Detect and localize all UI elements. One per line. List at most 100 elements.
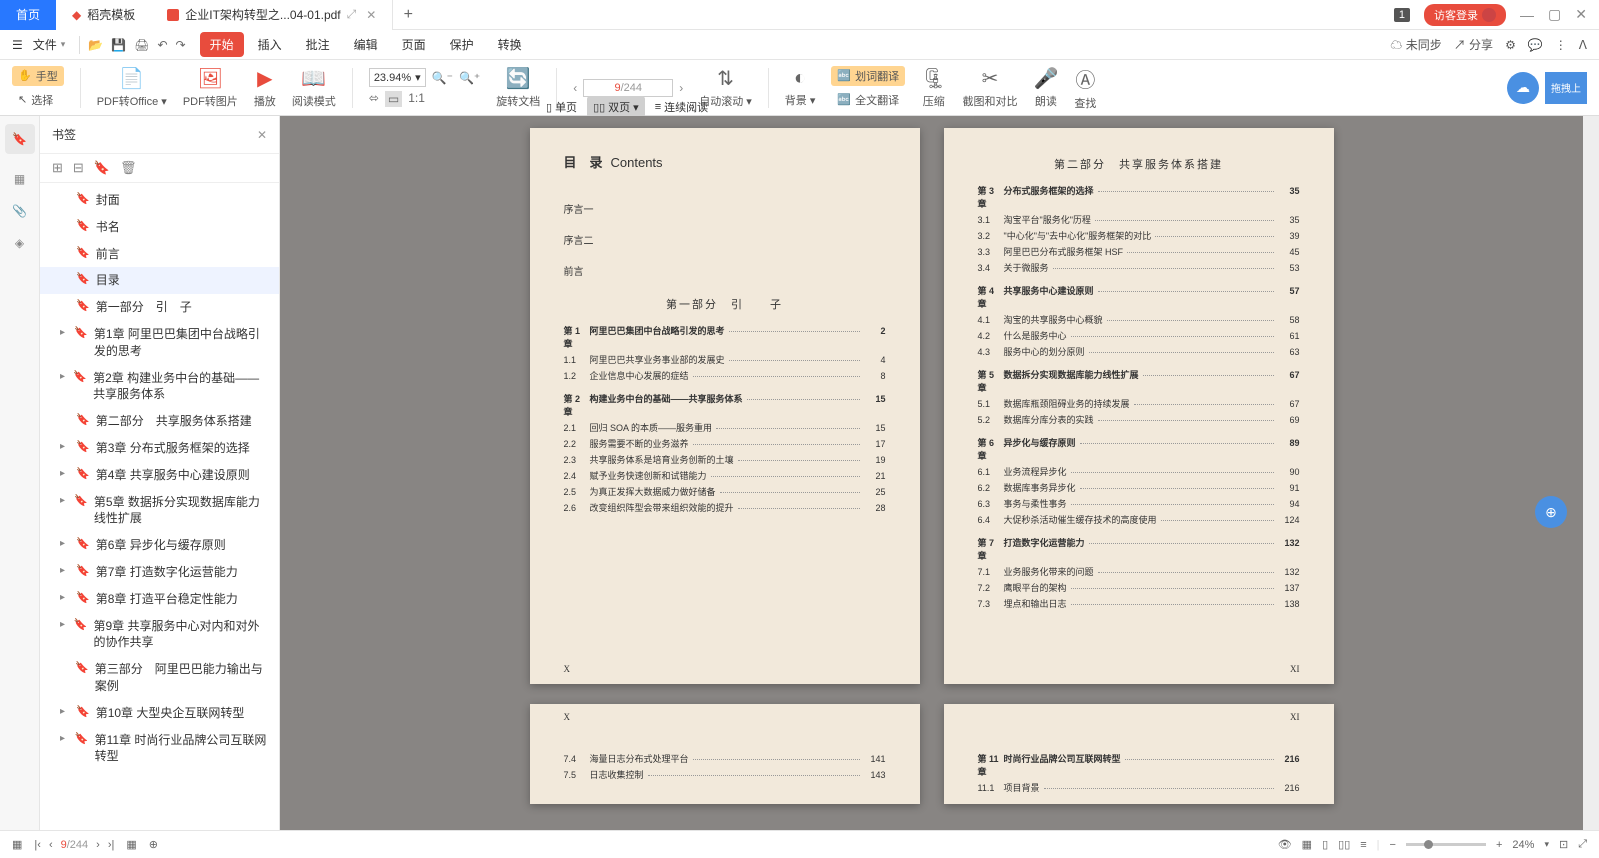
status-panel-icon[interactable]: ▦ [12,838,22,851]
minimize-icon[interactable]: — [1520,7,1534,23]
view-continuous-icon[interactable]: ≡ [1360,839,1366,851]
next-page-icon[interactable]: › [679,81,683,95]
last-page-icon[interactable]: ›| [108,839,115,851]
bookmark-item[interactable]: 🔖第一部分 引 子 [40,294,279,321]
thumbnail-status-icon[interactable]: ▦ [126,838,136,851]
next-page-status-icon[interactable]: › [96,839,100,851]
crop-compare-button[interactable]: ✂截图和对比 [962,66,1017,109]
double-page-button[interactable]: ▯▯ 双页 ▾ [587,96,645,118]
redo-icon[interactable]: ↷ [176,38,186,52]
collapse-all-icon[interactable]: ⊟ [73,160,84,176]
read-mode-button[interactable]: 📖阅读模式 [292,66,336,109]
zoom-in-status-icon[interactable]: + [1496,839,1502,851]
more-icon[interactable]: ⋮ [1555,38,1567,52]
bookmark-item[interactable]: ▸🔖第9章 共享服务中心对内和对外的协作共享 [40,613,279,657]
prev-page-status-icon[interactable]: ‹ [49,839,53,851]
bookmark-panel-icon[interactable]: 🔖 [5,124,35,154]
drag-upload[interactable]: 拖拽上 [1545,72,1587,104]
tab-home[interactable]: 首页 [0,0,56,30]
bookmark-item[interactable]: ▸🔖第6章 异步化与缓存原则 [40,532,279,559]
fit-page-icon[interactable]: ▭ [385,91,402,107]
collapse-ribbon-icon[interactable]: ᐱ [1579,38,1587,52]
delete-bookmark-icon[interactable]: 🗑 [120,160,137,176]
pdf-to-image-button[interactable]: 🖼PDF转图片 [183,66,238,109]
bookmark-item[interactable]: ▸🔖第1章 阿里巴巴集团中台战略引发的思考 [40,321,279,365]
thumbnail-panel-icon[interactable]: ▦ [14,172,25,186]
attachment-panel-icon[interactable]: 📎 [12,204,27,218]
selection-translate[interactable]: 🔤 划词翻译 [831,66,905,86]
undo-icon[interactable]: ↶ [157,38,167,52]
bookmark-item[interactable]: ▸🔖第10章 大型央企互联网转型 [40,700,279,727]
fulltext-translate[interactable]: 🔤 全文翻译 [831,90,905,110]
tab-template[interactable]: ◆稻壳模板 [56,0,151,30]
file-menu[interactable]: 文件▾ [27,36,72,53]
tab-document[interactable]: 企业IT架构转型之...04-01.pdf⤢✕ [151,0,393,30]
zoom-out-status-icon[interactable]: − [1390,839,1396,851]
play-button[interactable]: ▶播放 [254,66,276,109]
right-scrollbar[interactable] [1583,116,1599,830]
sync-status[interactable]: ☁ 未同步 [1390,36,1441,53]
bookmark-item[interactable]: ▸🔖第4章 共享服务中心建设原则 [40,462,279,489]
page-number-input[interactable]: 9/244 [583,79,673,97]
bookmark-item[interactable]: ▸🔖第8章 打造平台稳定性能力 [40,586,279,613]
find-button[interactable]: Ⓐ查找 [1074,64,1096,111]
maximize-icon[interactable]: ▢ [1548,6,1561,23]
bookmark-item[interactable]: 🔖第二部分 共享服务体系搭建 [40,408,279,435]
new-tab-button[interactable]: + [393,6,423,24]
zoom-percent[interactable]: 24% [1512,839,1534,851]
zoom-level[interactable]: 23.94% ▾ [369,68,426,87]
add-page-icon[interactable]: ⊕ [149,838,158,851]
bookmark-item[interactable]: ▸🔖第2章 构建业务中台的基础——共享服务体系 [40,365,279,409]
bookmark-item[interactable]: 🔖目录 [40,267,279,294]
menu-tab-convert[interactable]: 转换 [488,32,532,57]
layers-panel-icon[interactable]: ◈ [15,236,24,250]
save-icon[interactable]: 💾 [111,38,126,52]
view-single-icon[interactable]: ▯ [1322,838,1328,851]
share-button[interactable]: ↗ 分享 [1454,36,1493,53]
fit-width-icon[interactable]: ⬄ [369,91,379,107]
close-window-icon[interactable]: ✕ [1575,6,1587,23]
sidebar-close-icon[interactable]: ✕ [257,128,267,142]
expand-all-icon[interactable]: ⊞ [52,160,63,176]
print-icon[interactable]: 🖨 [134,38,149,52]
fit-icon[interactable]: ⊡ [1559,838,1568,851]
bookmark-item[interactable]: ▸🔖第7章 打造数字化运营能力 [40,559,279,586]
select-tool[interactable]: ↖ 选择 [12,90,64,110]
menu-tab-start[interactable]: 开始 [200,32,244,57]
fullscreen-icon[interactable]: ⤢ [1578,838,1587,851]
rotate-button[interactable]: 🔄旋转文档 [496,66,540,109]
menu-tab-protect[interactable]: 保护 [440,32,484,57]
bookmark-item[interactable]: ▸🔖第3章 分布式服务框架的选择 [40,435,279,462]
bookmark-item[interactable]: 🔖前言 [40,241,279,268]
zoom-out-icon[interactable]: 🔍⁻ [432,71,453,85]
view-thumb-icon[interactable]: ▦ [1302,838,1312,851]
background-button[interactable]: ◐背景 ▾ [785,67,816,108]
floating-action-icon[interactable]: ⊕ [1535,496,1567,528]
bookmark-item[interactable]: ▸🔖第5章 数据拆分实现数据库能力线性扩展 [40,489,279,533]
view-double-icon[interactable]: ▯▯ [1338,838,1350,851]
login-button[interactable]: 访客登录 [1424,4,1506,26]
actual-size-icon[interactable]: 1:1 [408,91,425,107]
bookmark-item[interactable]: 🔖书名 [40,214,279,241]
read-aloud-button[interactable]: 🎤朗读 [1033,66,1058,109]
status-page-input[interactable]: 9/244 [61,839,89,851]
compress-button[interactable]: 🗜压缩 [921,66,946,109]
prev-page-icon[interactable]: ‹ [573,81,577,95]
cloud-icon[interactable]: ☁ [1507,72,1539,104]
first-page-icon[interactable]: |‹ [34,839,41,851]
tab-close-icon[interactable]: ✕ [366,8,376,22]
menu-tab-page[interactable]: 页面 [392,32,436,57]
zoom-in-icon[interactable]: 🔍⁺ [459,71,480,85]
hand-tool[interactable]: ✋ 手型 [12,66,64,86]
open-icon[interactable]: 📂 [88,38,103,52]
tab-pin-icon[interactable]: ⤢ [347,7,357,22]
add-bookmark-icon[interactable]: 🔖 [94,160,110,176]
bookmark-item[interactable]: 🔖封面 [40,187,279,214]
notification-badge[interactable]: 1 [1394,8,1410,22]
chat-icon[interactable]: 💬 [1528,38,1543,52]
single-page-button[interactable]: ▯ 单页 [540,96,583,118]
continuous-button[interactable]: ≡ 连续阅读 [649,96,714,118]
menu-tab-annotate[interactable]: 批注 [296,32,340,57]
zoom-slider[interactable] [1406,843,1486,846]
pdf-to-office-button[interactable]: 📄PDF转Office ▾ [97,66,167,109]
